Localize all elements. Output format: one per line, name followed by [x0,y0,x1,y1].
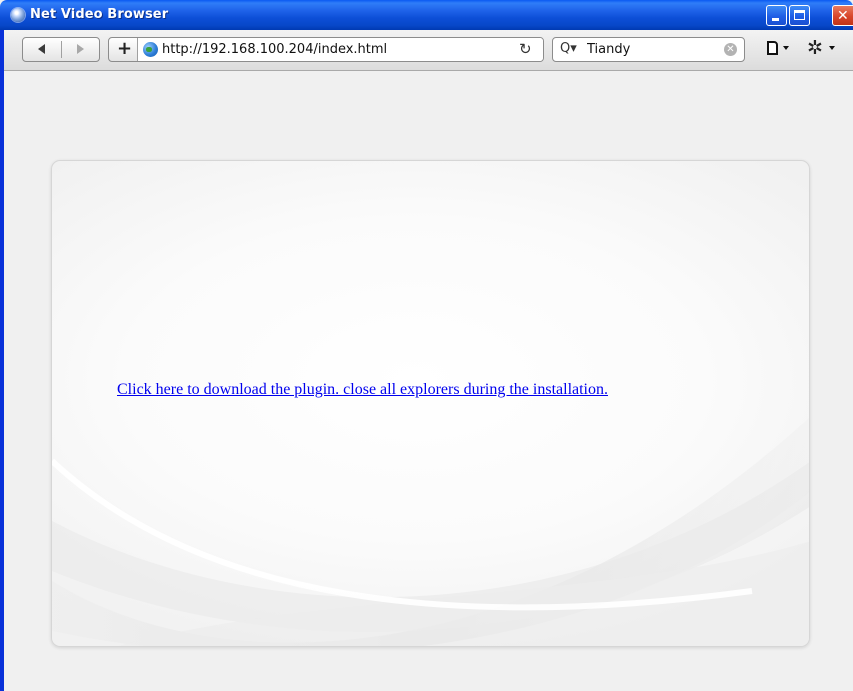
tools-menu-button[interactable]: ✲ [807,37,837,60]
tools-menu-caret-icon [829,46,835,50]
maximize-button[interactable] [789,5,810,26]
download-plugin-link[interactable]: Click here to download the plugin. close… [117,381,608,399]
address-field[interactable]: ↻ [138,38,543,61]
minimize-button[interactable] [766,5,787,26]
page-menu-caret-icon [783,46,789,50]
minimize-icon [772,18,779,21]
plugin-panel: Click here to download the plugin. close… [51,160,810,647]
clear-icon[interactable]: ✕ [724,43,737,56]
window-title: Net Video Browser [30,7,169,22]
back-forward-group [22,37,100,62]
search-box: Q▾ ✕ [552,37,745,62]
address-bar: + ↻ [108,37,544,62]
close-button[interactable]: ✕ [832,5,853,26]
app-globe-icon[interactable] [11,8,25,22]
page-content: Click here to download the plugin. close… [4,71,853,691]
navigation-toolbar: + ↻ Q▾ ✕ ✲ [4,30,853,71]
search-input[interactable] [587,40,717,59]
browser-window: Net Video Browser ✕ + http://192.168.100… [0,0,853,691]
plus-icon: + [117,38,133,59]
back-button[interactable] [23,38,61,61]
globe-icon [143,42,158,57]
forward-arrow-icon [77,44,84,54]
url-input[interactable] [162,40,492,59]
title-bar[interactable]: Net Video Browser ✕ [0,0,853,30]
search-icon[interactable]: Q▾ [560,41,577,56]
forward-button[interactable] [62,38,99,61]
page-icon [767,41,778,55]
add-bookmark-button[interactable]: + [109,38,138,61]
page-menu-button[interactable] [767,40,795,60]
gear-icon: ✲ [807,37,823,59]
back-arrow-icon [38,44,45,54]
close-icon: ✕ [837,8,849,24]
reload-icon[interactable]: ↻ [519,40,532,58]
maximize-icon [794,10,805,20]
panel-swoosh-background [52,417,809,646]
